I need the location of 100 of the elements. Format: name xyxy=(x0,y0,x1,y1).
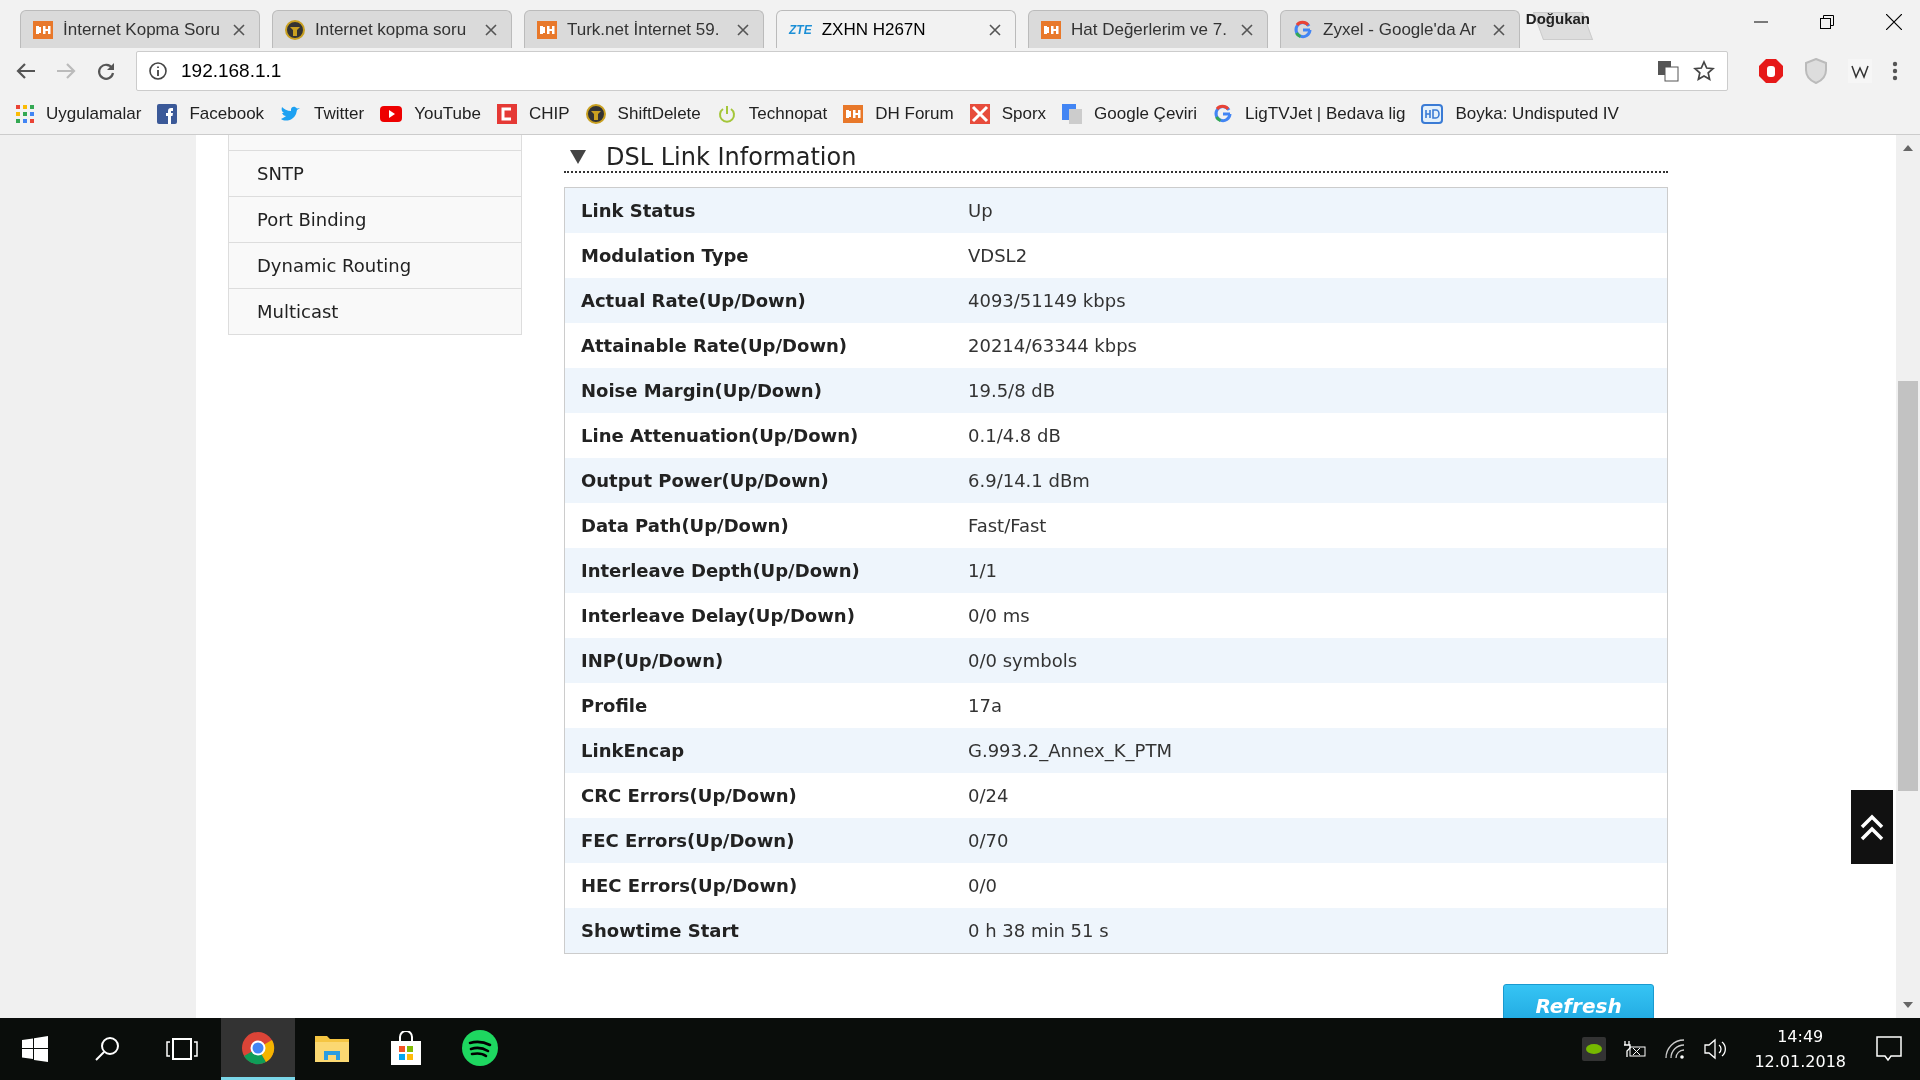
bookmark[interactable]: ShiftDelete xyxy=(585,104,701,124)
field-value: 19.5/8 dB xyxy=(968,380,1056,401)
clock-date[interactable]: 12.01.2018 xyxy=(1754,1052,1846,1071)
browser-tab[interactable]: Zyxel - Google'da Ar xyxy=(1280,10,1520,48)
field-label: HEC Errors(Up/Down) xyxy=(580,875,799,896)
dh-logo-icon xyxy=(843,105,864,123)
notification-icon[interactable] xyxy=(1876,1036,1902,1062)
bookmark[interactable]: Google Çeviri xyxy=(1062,104,1198,124)
taskbar-app[interactable] xyxy=(221,1018,295,1080)
field-label: Interleave Depth(Up/Down) xyxy=(580,560,861,581)
power-icon xyxy=(716,104,737,124)
hd-icon xyxy=(1421,104,1444,124)
cross-logo-icon xyxy=(969,104,990,124)
menu-icon[interactable] xyxy=(1892,61,1898,81)
field-value: Up xyxy=(968,200,993,221)
field-value: 0/24 xyxy=(968,785,1009,806)
close-icon[interactable] xyxy=(1886,14,1902,30)
field-value: 0 h 38 min 51 s xyxy=(968,920,1109,941)
field-value: 0/0 symbols xyxy=(968,650,1078,671)
bookmark[interactable]: Facebook xyxy=(157,104,265,124)
tab-title: Hat Değerlerim ve 7. xyxy=(1071,19,1228,40)
browser-tab[interactable]: ZTE ZXHN H267N xyxy=(776,10,1016,48)
browser-tab[interactable]: Turk.net İnternet 59. xyxy=(524,10,764,48)
play-icon xyxy=(380,106,403,122)
translate-icon xyxy=(1062,104,1083,124)
field-label: Interleave Delay(Up/Down) xyxy=(580,605,856,626)
field-label: Attainable Rate(Up/Down) xyxy=(580,335,849,356)
bookmark[interactable]: CHIP xyxy=(497,104,570,124)
field-label: Modulation Type xyxy=(580,245,750,266)
dh-logo-icon xyxy=(33,20,53,39)
tab-title: ZXHN H267N xyxy=(821,19,927,40)
sidebar-item[interactable]: Multicast xyxy=(228,289,522,335)
section-title: DSL Link Information xyxy=(606,143,857,171)
field-label: LinkEncap xyxy=(580,740,686,761)
tab-title: Turk.net İnternet 59. xyxy=(567,19,721,40)
field-value: 20214/63344 kbps xyxy=(968,335,1137,356)
task-view-icon[interactable] xyxy=(166,1038,198,1060)
address-bar[interactable]: 192.168.1.1 xyxy=(136,51,1728,91)
reload-icon[interactable] xyxy=(96,61,116,81)
battery-icon[interactable] xyxy=(1622,1039,1649,1059)
bookmark[interactable]: LigTVJet | Bedava lig xyxy=(1213,104,1406,124)
profile-name[interactable]: Doğukan xyxy=(1525,10,1590,27)
field-value: G.993.2_Annex_K_PTM xyxy=(968,740,1172,761)
info-icon[interactable] xyxy=(149,62,167,80)
browser-tab[interactable]: Internet kopma soru xyxy=(272,10,512,48)
close-icon[interactable] xyxy=(989,23,1001,36)
speaker-icon[interactable] xyxy=(1704,1038,1729,1060)
tab-title: Internet kopma soru xyxy=(315,19,468,40)
translate-icon[interactable] xyxy=(1657,60,1679,82)
facebook-icon xyxy=(157,104,178,124)
field-value: 0/70 xyxy=(968,830,1009,851)
back-arrow-icon[interactable] xyxy=(16,62,36,80)
google-g-icon xyxy=(1213,104,1234,124)
field-value: 0/0 ms xyxy=(968,605,1030,626)
windows-start-icon[interactable] xyxy=(22,1036,48,1062)
field-value: 17a xyxy=(968,695,1002,716)
sidebar-item[interactable]: Dynamic Routing xyxy=(228,243,522,289)
field-value: VDSL2 xyxy=(968,245,1028,266)
field-value: Fast/Fast xyxy=(968,515,1047,536)
field-value: 6.9/14.1 dBm xyxy=(968,470,1090,491)
folder-icon xyxy=(315,1033,349,1062)
bookmark[interactable]: DH Forum xyxy=(843,104,954,124)
tab-title: İnternet Kopma Soru xyxy=(63,19,221,40)
chrome-icon xyxy=(241,1030,275,1065)
browser-tab[interactable]: Hat Değerlerim ve 7. xyxy=(1028,10,1268,48)
bookmark[interactable]: Uygulamalar xyxy=(16,104,142,124)
scroll-up-arrow-icon[interactable] xyxy=(1903,145,1913,151)
dh-logo-icon xyxy=(1041,20,1061,39)
sidebar-item[interactable]: Port Binding xyxy=(228,197,522,243)
google-g-icon xyxy=(1293,19,1313,40)
gpu-tray-icon[interactable] xyxy=(1582,1037,1607,1061)
bookmark[interactable]: Boyka: Undisputed IV xyxy=(1421,104,1619,124)
chip-logo-icon xyxy=(497,104,517,124)
scroll-to-top-button[interactable] xyxy=(1851,790,1893,864)
scroll-down-arrow-icon[interactable] xyxy=(1903,1002,1913,1008)
emblem-icon xyxy=(585,104,606,124)
search-icon[interactable] xyxy=(94,1036,120,1062)
restore-icon[interactable] xyxy=(1820,15,1834,29)
double-chevron-icon xyxy=(1859,812,1885,842)
field-value: 1/1 xyxy=(968,560,997,581)
field-label: Link Status xyxy=(580,200,697,221)
stop-hand-icon[interactable] xyxy=(1758,58,1784,84)
bookmark[interactable]: Twitter xyxy=(280,104,365,124)
field-label: CRC Errors(Up/Down) xyxy=(580,785,798,806)
bookmark[interactable]: Technopat xyxy=(716,104,828,124)
zte-logo: ZTE xyxy=(789,22,812,37)
field-value: 0/0 xyxy=(968,875,997,896)
tab-title: Zyxel - Google'da Ar xyxy=(1323,19,1478,40)
bookmark[interactable]: Sporx xyxy=(969,104,1047,124)
collapse-triangle-icon[interactable] xyxy=(570,150,586,164)
field-value: 4093/51149 kbps xyxy=(968,290,1126,311)
field-label: Noise Margin(Up/Down) xyxy=(580,380,823,401)
bookmark[interactable]: YouTube xyxy=(380,104,481,124)
field-label: INP(Up/Down) xyxy=(580,650,725,671)
field-label: Actual Rate(Up/Down) xyxy=(580,290,807,311)
sidebar-item[interactable]: SNTP xyxy=(228,151,522,197)
clock-time[interactable]: 14:49 xyxy=(1777,1027,1824,1046)
star-icon[interactable] xyxy=(1693,60,1715,82)
browser-tab[interactable]: İnternet Kopma Soru xyxy=(20,10,260,48)
apps-grid-icon xyxy=(16,105,34,123)
